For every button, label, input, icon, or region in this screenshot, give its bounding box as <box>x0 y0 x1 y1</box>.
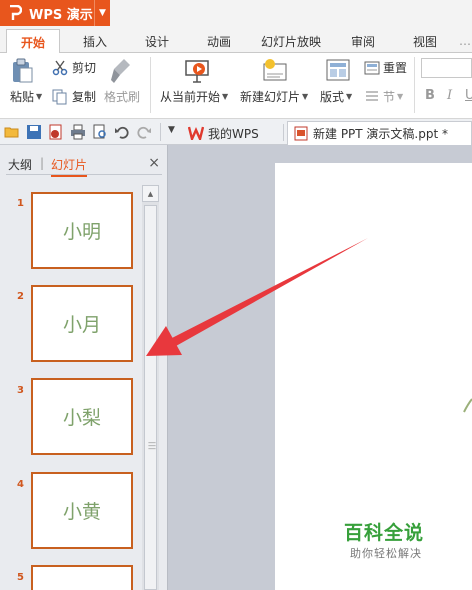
reset-button[interactable]: 重置 <box>364 59 407 76</box>
watermark-title: 百科全说 <box>344 522 425 544</box>
slide-thumbnail[interactable] <box>31 565 133 590</box>
layout-dropdown-icon[interactable]: ▼ <box>346 92 352 101</box>
ribbon-home: 粘贴 ▼ 剪切 复制 格式刷 从当前开始 ▼ 新建幻灯片 ▼ 版式 ▼ 重置 节… <box>0 53 472 119</box>
redo-icon[interactable] <box>136 124 152 140</box>
tab-slides[interactable]: 幻灯片 <box>51 156 88 177</box>
font-name-input[interactable] <box>421 58 472 78</box>
paste-label: 粘贴 <box>10 90 35 104</box>
wps-w-logo-icon <box>188 126 204 140</box>
slide-thumbnail[interactable]: 小黄 <box>31 472 133 549</box>
italic-button[interactable]: I <box>447 88 452 103</box>
paste-icon[interactable] <box>10 58 34 84</box>
tab-review[interactable]: 审阅 <box>340 29 386 53</box>
slide-number: 4 <box>17 479 24 490</box>
slide-thumbnail[interactable]: 小月 <box>31 285 133 362</box>
ppt-file-icon <box>294 126 308 141</box>
from-current-label: 从当前开始 <box>160 90 221 104</box>
slide-thumbnail-text: 小月 <box>62 314 101 336</box>
print-icon[interactable] <box>70 124 86 140</box>
from-current-button[interactable]: 从当前开始 ▼ <box>160 88 228 105</box>
tab-slideshow[interactable]: 幻灯片放映 <box>255 29 327 53</box>
tab-overflow[interactable]: … <box>458 29 472 53</box>
slide-thumbnail[interactable]: 小梨 <box>31 378 133 455</box>
toolbar-dropdown-icon[interactable]: ▼ <box>168 125 175 135</box>
reset-icon <box>364 61 380 74</box>
tab-insert[interactable]: 插入 <box>72 29 118 53</box>
tab-outline[interactable]: 大纲 <box>8 156 32 173</box>
section-button[interactable]: 节 ▼ <box>364 88 403 105</box>
new-slide-icon[interactable] <box>262 58 288 84</box>
ribbon-tabs: 开始 插入 设计 动画 幻灯片放映 审阅 视图 … <box>0 26 472 54</box>
ribbon-separator <box>150 57 151 113</box>
copy-label: 复制 <box>72 90 97 104</box>
format-painter-icon[interactable] <box>110 57 132 85</box>
format-painter-button[interactable]: 格式刷 <box>104 88 140 105</box>
scissors-icon <box>52 60 68 75</box>
tab-my-wps-label: 我的WPS <box>208 126 259 141</box>
scrollbar-thumb[interactable]: — — — <box>144 205 157 590</box>
app-menu-button[interactable]: WPS 演示 ▼ <box>0 0 110 26</box>
slide-thumbnail-text: 小梨 <box>62 407 101 429</box>
quick-access-toolbar: ▼ 我的WPS 新建 PPT 演示文稿.ppt * <box>0 119 472 145</box>
slide-content-fragment <box>463 398 472 413</box>
scroll-up-icon[interactable]: ▲ <box>142 185 159 202</box>
reset-label: 重置 <box>383 61 408 75</box>
print-preview-icon[interactable] <box>92 124 108 140</box>
layout-icon[interactable] <box>326 59 350 81</box>
tab-view[interactable]: 视图 <box>400 29 450 53</box>
section-label: 节 <box>383 90 396 104</box>
tab-animation[interactable]: 动画 <box>196 29 242 53</box>
layout-label: 版式 <box>320 90 345 104</box>
tab-document-label: 新建 PPT 演示文稿.ppt * <box>313 127 449 141</box>
export-pdf-icon[interactable] <box>48 124 64 140</box>
section-dropdown-icon[interactable]: ▼ <box>397 92 403 101</box>
slide-number: 1 <box>17 198 24 209</box>
tab-separator <box>283 124 284 141</box>
title-bar: WPS 演示 ▼ <box>0 0 472 26</box>
app-name: WPS 演示 <box>29 7 93 23</box>
new-slide-label: 新建幻灯片 <box>240 90 301 104</box>
bold-button[interactable]: B <box>425 88 435 103</box>
slideshow-icon[interactable] <box>184 58 210 84</box>
copy-button[interactable]: 复制 <box>52 88 96 105</box>
tab-home[interactable]: 开始 <box>6 29 60 54</box>
new-slide-dropdown-icon[interactable]: ▼ <box>302 92 308 101</box>
watermark-subtitle: 助你轻松解决 <box>350 547 422 560</box>
tab-document[interactable]: 新建 PPT 演示文稿.ppt * <box>287 121 472 145</box>
wps-logo-icon <box>4 2 26 24</box>
slides-scrollbar[interactable]: ▲ — — — <box>142 185 159 590</box>
slide-thumbnail[interactable]: 小明 <box>31 192 133 269</box>
panel-tab-divider: | <box>40 156 45 170</box>
copy-icon <box>52 89 67 104</box>
from-current-dropdown-icon[interactable]: ▼ <box>222 92 228 101</box>
new-slide-button[interactable]: 新建幻灯片 ▼ <box>240 88 308 105</box>
section-icon <box>366 90 378 101</box>
cut-label: 剪切 <box>72 61 97 75</box>
cut-button[interactable]: 剪切 <box>52 59 96 76</box>
layout-button[interactable]: 版式 ▼ <box>320 88 352 105</box>
app-menu-dropdown-icon[interactable]: ▼ <box>94 0 110 26</box>
close-panel-icon[interactable]: × <box>148 155 160 171</box>
toolbar-separator <box>160 123 161 141</box>
save-icon[interactable] <box>26 124 42 140</box>
tab-design[interactable]: 设计 <box>134 29 180 53</box>
slide-number: 5 <box>17 572 24 583</box>
slide-thumbnail-text: 小明 <box>62 221 101 243</box>
scrollbar-grip-icon: — — — <box>148 438 156 453</box>
ribbon-separator <box>414 57 415 113</box>
underline-button[interactable]: U <box>465 88 472 103</box>
undo-icon[interactable] <box>114 124 130 140</box>
paste-button[interactable]: 粘贴 ▼ <box>10 88 42 105</box>
paste-dropdown-icon[interactable]: ▼ <box>36 92 42 101</box>
slide-number: 2 <box>17 291 24 302</box>
slide-number: 3 <box>17 385 24 396</box>
slide-thumbnail-text: 小黄 <box>62 501 101 523</box>
tab-my-wps[interactable]: 我的WPS <box>188 121 259 145</box>
open-folder-icon[interactable] <box>4 124 20 140</box>
panel-tabs: 大纲 | 幻灯片 × <box>6 153 162 177</box>
